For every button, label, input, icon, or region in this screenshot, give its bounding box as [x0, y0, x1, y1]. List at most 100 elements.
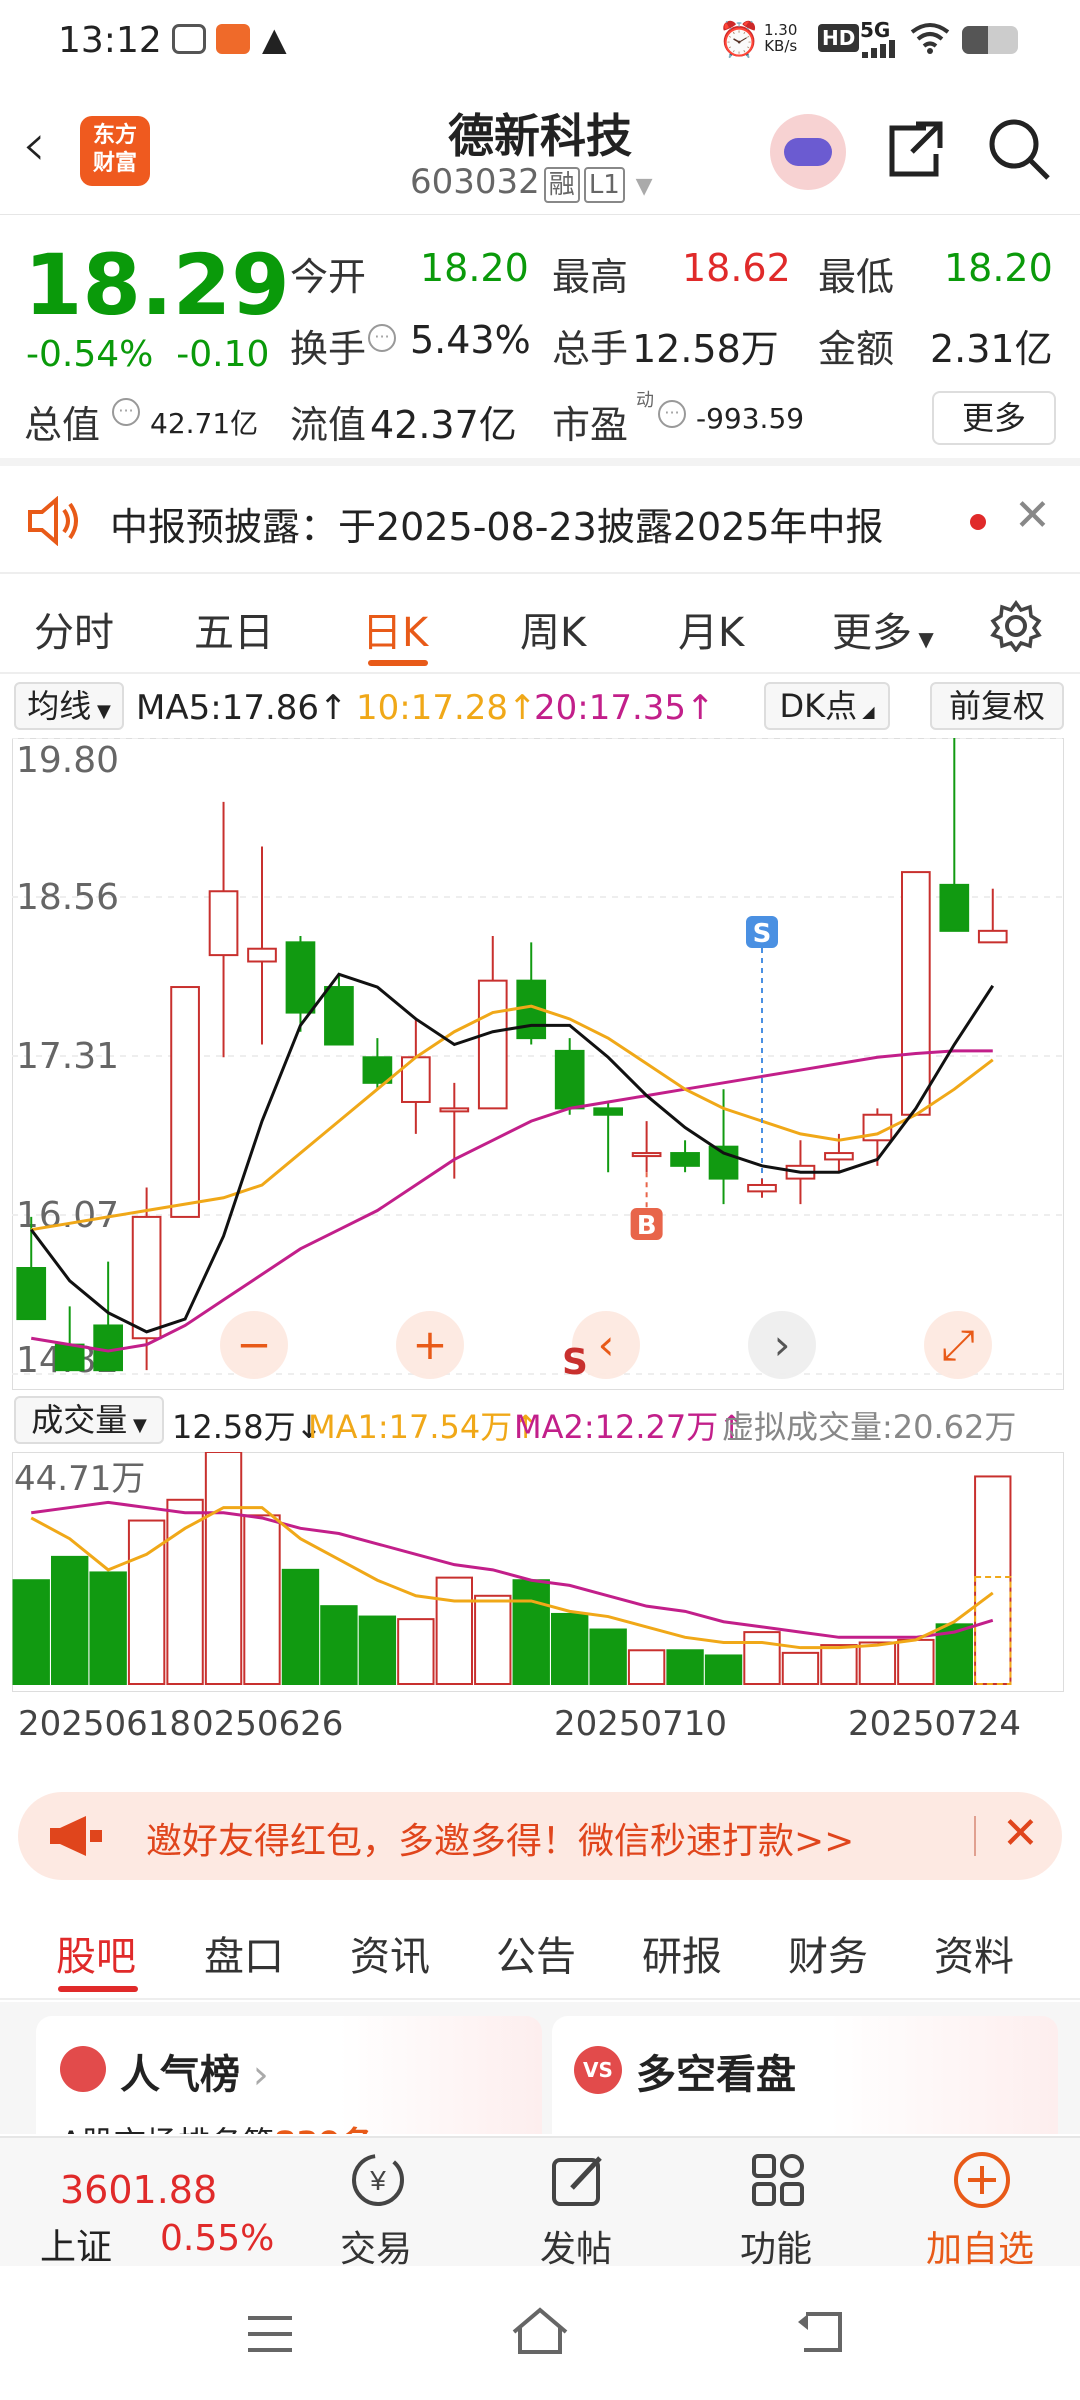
volume-value: 12.58万 — [632, 327, 779, 371]
pe-label: 市盈 — [552, 403, 629, 447]
candle-body — [477, 979, 508, 1110]
candle-body — [901, 871, 931, 1116]
tab-minute[interactable]: 分时 — [34, 600, 114, 658]
info-icon[interactable]: ··· — [368, 324, 396, 352]
function-label: 功能 — [739, 2229, 812, 2270]
indicator-select[interactable]: 均线 ▼ — [14, 682, 124, 730]
popularity-card[interactable]: 人气榜 › A股市场排名第839名 — [36, 2016, 542, 2134]
tab-weekly-k[interactable]: 周K — [520, 600, 586, 658]
volume-bar — [858, 1641, 897, 1686]
info-icon[interactable]: ··· — [112, 398, 140, 426]
card-title: 人气榜 › — [120, 2052, 269, 2098]
candle-body — [631, 1152, 662, 1158]
volume-bar — [704, 1654, 743, 1686]
more-button[interactable]: 更多 — [932, 391, 1056, 445]
volume-bar — [666, 1649, 704, 1686]
tab-research[interactable]: 研报 — [642, 1924, 722, 1982]
volume-bar — [12, 1579, 50, 1685]
svg-text:¥: ¥ — [369, 2165, 386, 2196]
share-icon[interactable] — [886, 116, 946, 180]
volume-bar — [281, 1568, 320, 1685]
turnover-label: 换手 — [290, 327, 367, 371]
volume-bar — [243, 1514, 281, 1686]
bull-bear-card[interactable]: VS 多空看盘 — [552, 2016, 1058, 2134]
volume-bar — [474, 1594, 512, 1686]
notice-bar[interactable]: 中报预披露：于2025-08-23披露2025年中报 ✕ — [0, 466, 1080, 574]
y-tick-label: 19.80 — [16, 740, 119, 781]
promo-banner[interactable]: 邀好友得红包，多邀多得！微信秒速打款>> ✕ — [18, 1792, 1062, 1880]
close-icon[interactable]: ✕ — [1014, 490, 1051, 541]
candle-body — [977, 929, 1008, 944]
content-tabs: 股吧 盘口 资讯 公告 研报 财务 资料 — [0, 1898, 1080, 2000]
candle-body — [208, 890, 239, 957]
stock-code-row[interactable]: 603032 融 L1 ▼ — [410, 162, 653, 203]
candle — [901, 871, 931, 1116]
amount-label: 金额 — [818, 327, 895, 371]
scroll-right-button[interactable]: › — [748, 1311, 816, 1379]
adjust-button[interactable]: 前复权 — [930, 682, 1064, 730]
status-time: 13:12 — [58, 20, 162, 61]
tab-announcements[interactable]: 公告 — [496, 1924, 576, 1982]
robot-avatar-icon[interactable] — [770, 114, 846, 190]
virtual-volume: 虚拟成交量:20.62万 — [722, 1408, 1017, 1446]
tab-daily-k[interactable]: 日K — [362, 600, 428, 658]
dk-point-button[interactable]: DK点 ◢ — [764, 682, 890, 730]
candle-body — [16, 1267, 47, 1321]
candle-body — [593, 1107, 623, 1116]
unread-dot — [970, 514, 986, 530]
vol-ma2-value: MA2:12.27万↑ — [514, 1408, 746, 1446]
stock-code: 603032 — [410, 162, 540, 202]
tab-pankou[interactable]: 盘口 — [204, 1924, 284, 1982]
feature-cards: 人气榜 › A股市场排名第839名 VS 多空看盘 — [0, 2002, 1080, 2134]
gear-icon[interactable] — [990, 600, 1042, 652]
vol-ma1-value: MA1:17.54万↑ — [308, 1408, 540, 1446]
active-tab-indicator — [368, 660, 428, 666]
menu-icon[interactable] — [246, 2314, 294, 2354]
float-label: 流值 — [290, 403, 367, 447]
candlestick-chart[interactable]: 19.8018.5617.3116.0714.82SB−+‹›⤢S — [12, 738, 1064, 1390]
trade-label: 交易 — [339, 2229, 412, 2270]
candle-body — [824, 1152, 854, 1161]
home-icon[interactable] — [510, 2306, 570, 2356]
zoom-in-button[interactable]: + — [396, 1311, 464, 1379]
tab-finance[interactable]: 财务 — [788, 1924, 868, 1982]
tab-guba[interactable]: 股吧 — [56, 1924, 136, 1982]
float-value: 42.37亿 — [370, 403, 517, 447]
tab-news[interactable]: 资讯 — [350, 1924, 430, 1982]
volume-bar — [358, 1615, 397, 1686]
dropdown-icon: ▼ — [912, 627, 934, 651]
tab-monthly-k[interactable]: 月K — [678, 600, 744, 658]
turnover-value: 5.43% — [410, 318, 531, 362]
volume-bar — [397, 1618, 435, 1686]
candle — [170, 986, 200, 1218]
ma-legend: 均线 ▼ MA5:17.86↑ 10:17.28↑ 20:17.35↑ DK点 … — [0, 676, 1080, 736]
candle-body — [247, 947, 277, 963]
info-icon[interactable]: ··· — [658, 400, 686, 428]
index-value: 3601.88 — [60, 2168, 218, 2212]
fullscreen-button[interactable]: ⤢ — [924, 1311, 992, 1379]
date-label: 20250618 — [18, 1704, 192, 1744]
index-name: 上证 — [40, 2227, 113, 2268]
low-label: 最低 — [818, 255, 895, 299]
change-abs: -0.10 — [176, 334, 270, 375]
zoom-out-button[interactable]: − — [220, 1311, 288, 1379]
mktcap-label: 总值 — [24, 403, 101, 447]
back-nav-icon[interactable] — [794, 2310, 846, 2354]
volume-bar — [781, 1651, 820, 1686]
volume-chart[interactable]: 44.71万 — [12, 1452, 1064, 1692]
divider — [974, 1816, 976, 1856]
date-label: 0250626 — [192, 1704, 344, 1744]
last-price: 18.29 — [24, 236, 290, 334]
ma10-value: 10:17.28↑ — [356, 688, 537, 728]
tab-five-day[interactable]: 五日 — [194, 600, 274, 658]
search-icon[interactable] — [986, 116, 1052, 182]
pe-value: -993.59 — [696, 402, 805, 435]
close-icon[interactable]: ✕ — [1002, 1808, 1039, 1859]
volume-indicator-select[interactable]: 成交量 ▼ — [14, 1396, 164, 1444]
index-ticker[interactable]: 3601.88 上证 0.55% — [0, 2138, 300, 2268]
tab-profile[interactable]: 资料 — [934, 1924, 1014, 1982]
date-axis: 20250618 0250626 20250710 20250724 — [0, 1700, 1080, 1750]
edit-icon — [552, 2156, 602, 2206]
bottom-toolbar: 3601.88 上证 0.55% ¥ 交易 发帖 功能 加自选 — [0, 2136, 1080, 2270]
tab-more[interactable]: 更多 ▼ — [832, 600, 934, 658]
